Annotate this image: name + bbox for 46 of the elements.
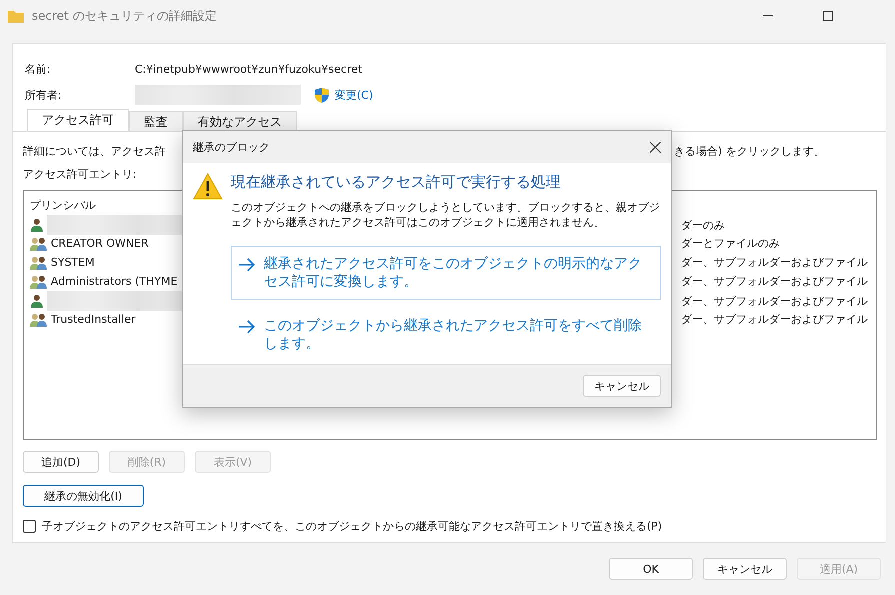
checkbox[interactable]	[23, 520, 36, 533]
column-header: プリンシパル	[30, 198, 96, 212]
applies-to-cell: ダー、サブフォルダーおよびファイル	[681, 312, 868, 327]
checkbox-label: 子オブジェクトのアクセス許可エントリすべてを、このオブジェクトからの継承可能なアクセス許可エントリで置き換える(P)	[42, 519, 662, 534]
dialog-button[interactable]: キャンセル	[703, 558, 787, 580]
applies-to-cell: ダーのみ	[681, 218, 725, 232]
tab[interactable]: 有効なアクセス	[183, 111, 297, 132]
group-icon	[30, 274, 48, 288]
command-link[interactable]: 継承されたアクセス許可をこのオブジェクトの明示的なアクセス許可に変換します。	[231, 246, 661, 300]
dialog-heading: 現在継承されているアクセス許可で実行する処理	[231, 173, 562, 192]
dialog-button[interactable]: OK	[609, 558, 693, 580]
info-text: きる場合) をクリックします。	[674, 144, 825, 159]
name-label: 名前:	[25, 62, 52, 76]
info-text: 詳細については、アクセス許	[23, 144, 166, 159]
change-owner-link[interactable]: 変更(C)	[335, 88, 374, 102]
principal-cell[interactable]: SYSTEM	[51, 256, 95, 269]
path-text: C:¥inetpub¥wwwroot¥zun¥fuzoku¥secret	[135, 62, 362, 76]
maximize-icon[interactable]	[823, 11, 833, 21]
tab[interactable]: 監査	[129, 111, 183, 132]
arrow-icon	[238, 320, 256, 334]
arrow-icon	[238, 258, 256, 272]
entry-button[interactable]: 追加(D)	[23, 451, 99, 473]
group-icon	[30, 256, 48, 270]
entries-label: アクセス許可エントリ:	[23, 167, 137, 182]
shield-icon	[315, 88, 329, 102]
user-icon	[30, 218, 44, 232]
applies-to-cell: ダー、サブフォルダーおよびファイル	[681, 274, 868, 289]
owner-label: 所有者:	[25, 88, 63, 102]
applies-to-cell: ダー、サブフォルダーおよびファイル	[681, 294, 868, 308]
group-icon	[30, 236, 48, 250]
tab[interactable]: アクセス許可	[27, 109, 129, 132]
applies-to-cell: ダーとファイルのみ	[681, 236, 780, 251]
disable-inheritance-button[interactable]: 継承の無効化(I)	[23, 485, 144, 507]
dialog-title: 継承のブロック	[193, 140, 270, 154]
principal-cell[interactable]: TrustedInstaller	[51, 313, 136, 326]
group-icon	[30, 312, 48, 326]
warning-icon	[193, 173, 223, 200]
principal-cell[interactable]: CREATOR OWNER	[51, 237, 149, 250]
user-icon	[30, 294, 44, 308]
dialog-message: このオブジェクトへの継承をブロックしようとしています。ブロックすると、親オブジェクトから継承されたアクセス許可はこのオブジェクトに適用されません。	[231, 200, 661, 230]
applies-to-cell: ダー、サブフォルダーおよびファイル	[681, 255, 868, 270]
window-title: secret のセキュリティの詳細設定	[32, 8, 218, 24]
close-icon[interactable]	[650, 142, 661, 152]
cancel-button[interactable]: キャンセル	[583, 375, 661, 397]
principal-cell[interactable]: Administrators (THYME	[51, 275, 178, 288]
folder-icon	[8, 10, 24, 22]
